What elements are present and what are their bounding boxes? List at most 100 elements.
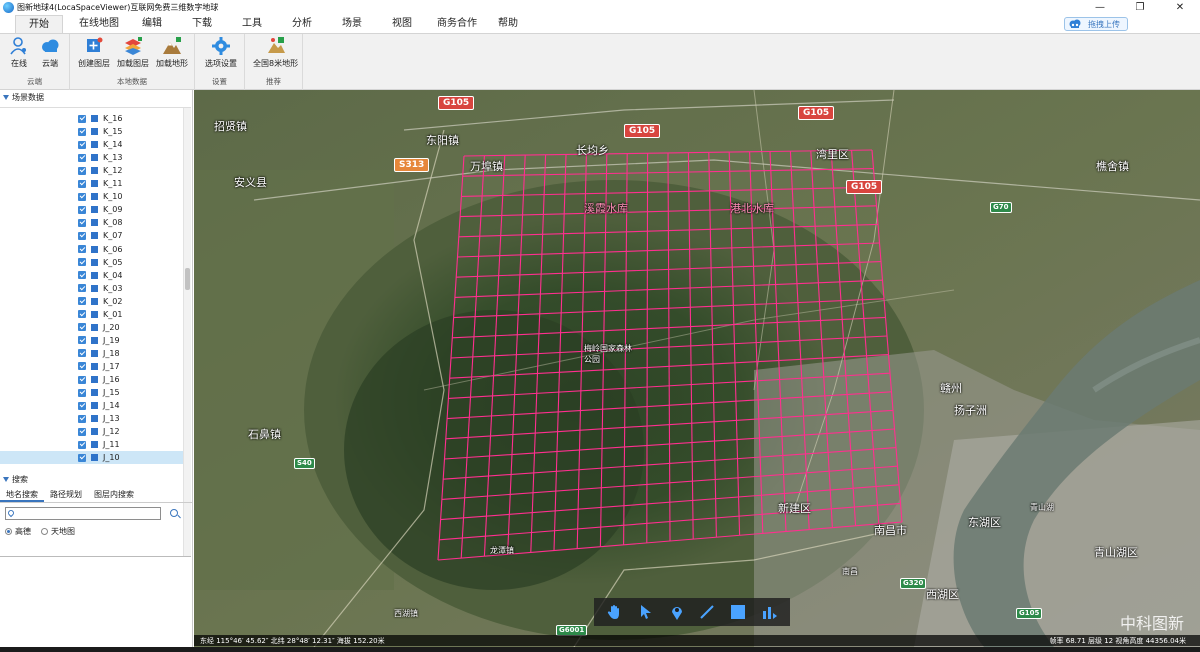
load-terrain-button[interactable]: 加载地形: [156, 36, 188, 69]
tree-item-j-20[interactable]: J_20: [0, 321, 183, 334]
tab-layer-search[interactable]: 图层内搜索: [88, 488, 140, 502]
layer-checkbox[interactable]: [78, 336, 86, 345]
layer-checkbox[interactable]: [78, 153, 86, 162]
tree-item-k-12[interactable]: K_12: [0, 164, 183, 177]
satellite-imagery[interactable]: [194, 90, 1200, 647]
tree-item-k-03[interactable]: K_03: [0, 282, 183, 295]
close-button[interactable]: ✕: [1160, 0, 1200, 15]
layer-checkbox[interactable]: [78, 114, 86, 123]
tree-item-k-14[interactable]: K_14: [0, 138, 183, 151]
layer-checkbox[interactable]: [78, 453, 86, 462]
tree-item-k-16[interactable]: K_16: [0, 112, 183, 125]
menu-tab-edit[interactable]: 编辑: [137, 15, 167, 33]
layer-checkbox[interactable]: [78, 258, 86, 267]
place-label: 西湖区: [926, 588, 959, 601]
tree-item-k-09[interactable]: K_09: [0, 203, 183, 216]
layer-checkbox[interactable]: [78, 297, 86, 306]
menu-tab-download[interactable]: 下载: [187, 15, 217, 33]
map-viewport[interactable]: 安义县 石鼻镇 东阳镇 万埠镇 长均乡 湾里区 梅岭国家森林公园 新建区 南昌市…: [194, 90, 1200, 647]
options-settings-button[interactable]: 选项设置: [205, 36, 237, 69]
tree-item-j-13[interactable]: J_13: [0, 412, 183, 425]
layer-checkbox[interactable]: [78, 388, 86, 397]
pin-icon[interactable]: [668, 603, 686, 621]
hand-icon[interactable]: [606, 603, 624, 621]
tree-item-k-08[interactable]: K_08: [0, 216, 183, 229]
tree-scroll-thumb[interactable]: [185, 268, 190, 290]
menu-tab-tools[interactable]: 工具: [237, 15, 267, 33]
tree-item-j-18[interactable]: J_18: [0, 347, 183, 360]
search-icon[interactable]: [170, 509, 178, 517]
search-header[interactable]: 搜索: [0, 472, 192, 486]
layer-checkbox[interactable]: [78, 205, 86, 214]
layer-checkbox[interactable]: [78, 440, 86, 449]
menu-tab-help[interactable]: 帮助: [493, 15, 523, 33]
tree-item-k-13[interactable]: K_13: [0, 151, 183, 164]
menu-tab-scene[interactable]: 场景: [337, 15, 367, 33]
ribbon-group-recommended: 全国8米地形 推荐: [245, 34, 303, 90]
tree-item-j-10[interactable]: J_10: [0, 451, 183, 465]
chart-icon[interactable]: [760, 603, 778, 621]
line-icon[interactable]: [698, 603, 716, 621]
radio-gaode[interactable]: [5, 527, 12, 535]
layer-icon: [91, 271, 98, 279]
load-layer-button[interactable]: 加载图层: [117, 36, 149, 69]
tree-item-label: K_06: [103, 244, 123, 254]
tree-item-j-15[interactable]: J_15: [0, 386, 183, 399]
view-info-readout: 帧率 68.71 层级 12 视角高度 44356.04米: [1049, 637, 1186, 645]
layer-checkbox[interactable]: [78, 414, 86, 423]
layer-checkbox[interactable]: [78, 231, 86, 240]
cursor-icon[interactable]: [637, 603, 655, 621]
tree-item-j-14[interactable]: J_14: [0, 399, 183, 412]
tree-item-j-12[interactable]: J_12: [0, 425, 183, 438]
layer-checkbox[interactable]: [78, 310, 86, 319]
tree-item-j-19[interactable]: J_19: [0, 334, 183, 347]
layer-checkbox[interactable]: [78, 127, 86, 136]
radio-tianditu[interactable]: [41, 527, 48, 535]
square-icon[interactable]: [729, 603, 747, 621]
layer-checkbox[interactable]: [78, 375, 86, 384]
layer-checkbox[interactable]: [78, 166, 86, 175]
maximize-button[interactable]: ❐: [1120, 0, 1160, 15]
layer-checkbox[interactable]: [78, 401, 86, 410]
layer-checkbox[interactable]: [78, 284, 86, 293]
tree-item-k-10[interactable]: K_10: [0, 190, 183, 203]
menu-tab-business[interactable]: 商务合作: [433, 15, 481, 33]
menu-tab-start[interactable]: 开始: [15, 15, 63, 33]
tree-item-k-04[interactable]: K_04: [0, 269, 183, 282]
drag-upload-button[interactable]: 拖拽上传: [1064, 17, 1128, 31]
layer-checkbox[interactable]: [78, 323, 86, 332]
tree-item-j-17[interactable]: J_17: [0, 360, 183, 373]
tree-item-j-16[interactable]: J_16: [0, 373, 183, 386]
minimize-button[interactable]: —: [1080, 0, 1120, 15]
search-input[interactable]: [5, 507, 161, 520]
layer-checkbox[interactable]: [78, 245, 86, 253]
layer-checkbox[interactable]: [78, 179, 86, 188]
layer-checkbox[interactable]: [78, 362, 86, 371]
place-label: 石鼻镇: [248, 428, 281, 441]
tree-item-label: K_13: [103, 153, 123, 163]
layer-checkbox[interactable]: [78, 349, 86, 358]
layer-checkbox[interactable]: [78, 140, 86, 149]
layer-checkbox[interactable]: [78, 427, 86, 436]
layer-checkbox[interactable]: [78, 192, 86, 201]
create-layer-button[interactable]: 创建图层: [78, 36, 110, 69]
menu-tab-online-map[interactable]: 在线地图: [71, 15, 127, 33]
scene-data-header[interactable]: 场景数据: [0, 90, 192, 104]
cloud-button[interactable]: 云端: [40, 36, 60, 69]
tree-item-j-11[interactable]: J_11: [0, 438, 183, 451]
layer-checkbox[interactable]: [78, 218, 86, 227]
menu-tab-analysis[interactable]: 分析: [287, 15, 317, 33]
tree-item-k-15[interactable]: K_15: [0, 125, 183, 138]
online-button[interactable]: 在线: [9, 36, 29, 69]
tree-item-k-06[interactable]: K_06: [0, 243, 183, 256]
tree-item-k-02[interactable]: K_02: [0, 295, 183, 308]
tab-route-planning[interactable]: 路径规划: [44, 488, 88, 502]
menu-tab-view[interactable]: 视图: [387, 15, 417, 33]
tree-item-k-11[interactable]: K_11: [0, 177, 183, 190]
tab-place-search[interactable]: 地名搜索: [0, 488, 44, 502]
tree-item-k-07[interactable]: K_07: [0, 229, 183, 242]
terrain-8m-button[interactable]: 全国8米地形: [253, 36, 298, 69]
tree-item-k-01[interactable]: K_01: [0, 308, 183, 321]
tree-item-k-05[interactable]: K_05: [0, 256, 183, 269]
layer-checkbox[interactable]: [78, 271, 86, 280]
